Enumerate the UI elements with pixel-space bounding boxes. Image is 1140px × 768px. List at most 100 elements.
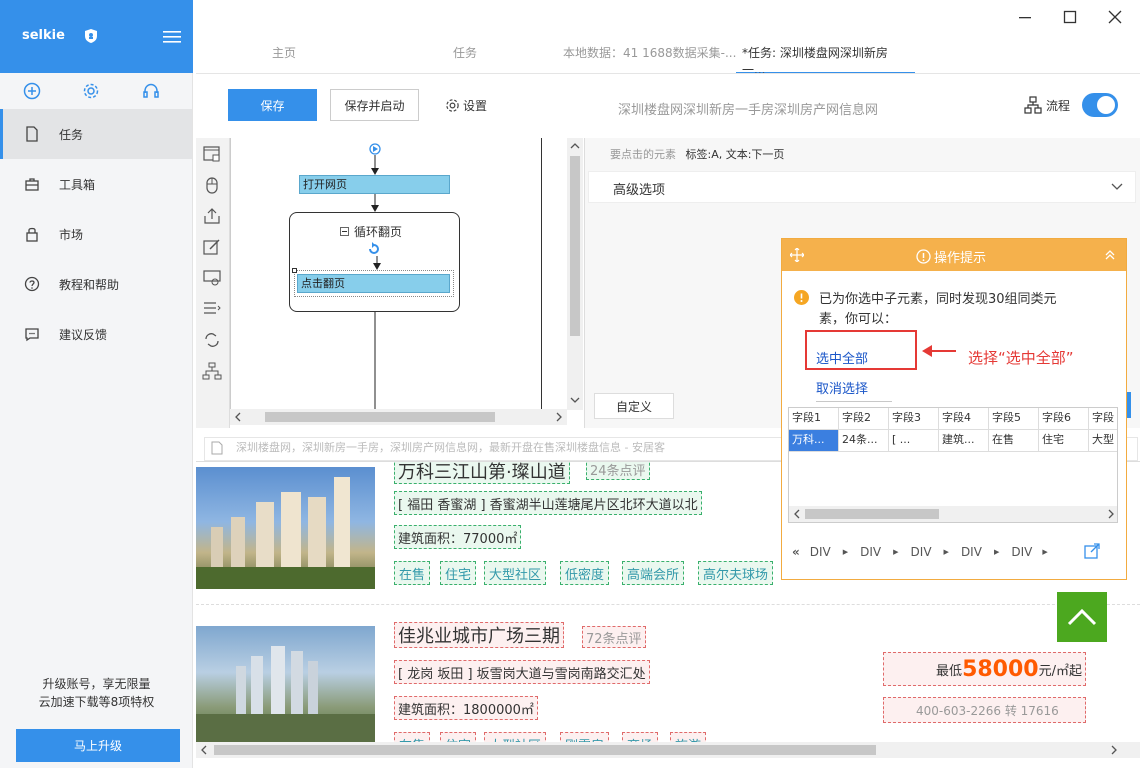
listing-address[interactable]: [ 龙岗 坂田 ] 坂雪岗大道与雪岗南路交汇处: [394, 660, 650, 684]
breadcrumb-item[interactable]: DIV: [860, 545, 881, 559]
tab-tasks[interactable]: 任务: [453, 44, 477, 74]
back-to-top-button[interactable]: [1057, 592, 1107, 642]
list-tool-icon[interactable]: [202, 299, 222, 319]
tab-local-data[interactable]: 本地数据：41 1688数据采集-...: [563, 44, 736, 74]
sidebar-item-tasks[interactable]: 任务: [0, 109, 192, 159]
workflow-step-open-page[interactable]: 打开网页: [299, 175, 450, 194]
sidebar-item-feedback[interactable]: 建议反馈: [0, 309, 192, 359]
table-cell[interactable]: 24条...: [839, 430, 889, 452]
listing-tag[interactable]: 住宅: [440, 732, 477, 742]
listing-phone[interactable]: 400-603-2266 转 17616: [883, 697, 1086, 723]
select-all-link[interactable]: 选中全部: [816, 348, 868, 367]
sidebar-item-market[interactable]: 市场: [0, 209, 192, 259]
shield-icon[interactable]: [84, 28, 98, 44]
table-cell[interactable]: 万科...: [789, 430, 839, 452]
close-icon[interactable]: [1108, 10, 1122, 24]
listing-reviews[interactable]: 24条点评: [586, 462, 650, 480]
operation-tip-panel: 操作提示 已为你选中子元素，同时发现30组同类元 素，你可以： 选中全部 取消选…: [781, 238, 1127, 580]
extract-tool-icon[interactable]: [202, 206, 222, 226]
open-page-tool-icon[interactable]: [202, 144, 222, 164]
table-cell[interactable]: [ ...: [889, 430, 939, 452]
listing-tag[interactable]: 住宅: [440, 561, 477, 585]
edit-tool-icon[interactable]: [202, 237, 222, 257]
collapse-up-icon[interactable]: [1104, 249, 1116, 261]
page-horizontal-scrollbar[interactable]: [196, 742, 1140, 758]
listing-price[interactable]: 最低 58000 元/㎡起: [883, 652, 1086, 686]
table-cell[interactable]: 大型: [1089, 430, 1117, 452]
breadcrumb-item[interactable]: DIV: [810, 545, 831, 559]
table-cell[interactable]: 住宅: [1039, 430, 1089, 452]
move-icon[interactable]: [790, 248, 804, 262]
tip-header[interactable]: 操作提示: [782, 239, 1126, 271]
listing-address[interactable]: [ 福田 香蜜湖 ] 香蜜湖半山莲塘尾片区北环大道以北: [394, 491, 702, 515]
input-tool-icon[interactable]: [202, 268, 222, 288]
listing-reviews[interactable]: 72条点评: [582, 626, 646, 648]
workflow-vertical-scrollbar[interactable]: [567, 138, 583, 410]
settings-button[interactable]: 设置: [445, 97, 487, 114]
headset-icon[interactable]: [142, 82, 160, 100]
breadcrumb-arrow-icon: ▶: [893, 548, 899, 556]
table-cell[interactable]: 建筑...: [939, 430, 989, 452]
save-and-run-button[interactable]: 保存并启动: [330, 89, 419, 121]
advanced-options-label: 高级选项: [613, 183, 666, 198]
add-icon[interactable]: [23, 82, 41, 100]
breadcrumb-item[interactable]: DIV: [911, 545, 932, 559]
selection-handle[interactable]: [292, 268, 297, 273]
scrollbar-thumb[interactable]: [265, 412, 495, 422]
advanced-options-row[interactable]: 高级选项: [588, 171, 1136, 203]
loop-tool-icon[interactable]: [202, 330, 222, 350]
listing-tag[interactable]: 低密度: [560, 561, 610, 585]
listing-title[interactable]: 佳兆业城市广场三期: [394, 622, 564, 648]
workflow-step-click-page[interactable]: 点击翻页: [297, 274, 450, 293]
tab-home[interactable]: 主页: [272, 44, 296, 74]
listing-tag[interactable]: 大型社区: [484, 732, 547, 742]
listing-tag[interactable]: 大型社区: [484, 561, 547, 585]
listing-image[interactable]: [196, 467, 375, 589]
listing-image[interactable]: [196, 626, 375, 742]
gear-icon[interactable]: [82, 82, 100, 100]
table-cell[interactable]: 在售: [989, 430, 1039, 452]
breadcrumb-item[interactable]: DIV: [961, 545, 982, 559]
listing-tag[interactable]: 高端会所: [622, 561, 685, 585]
workflow-loop-pagination[interactable]: 循环翻页: [289, 212, 460, 312]
listing-divider: [196, 604, 1140, 605]
preview-table[interactable]: 字段1 字段2 字段3 字段4 字段5 字段6 字段 万科... 24条... …: [788, 407, 1118, 523]
scrollbar-thumb[interactable]: [214, 745, 876, 755]
tab-current-task[interactable]: *任务: 深圳楼盘网深圳新房一...: [736, 44, 915, 77]
listing-area[interactable]: 建筑面积：1800000㎡: [394, 696, 538, 720]
breadcrumb-back-icon[interactable]: «: [792, 545, 800, 559]
listing-tag[interactable]: 旅游: [670, 732, 707, 742]
maximize-icon[interactable]: [1063, 10, 1077, 24]
open-external-icon[interactable]: [1084, 543, 1100, 559]
task-title: 深圳楼盘网深圳新房一手房深圳房产网信息网: [618, 103, 879, 118]
scrollbar-thumb[interactable]: [805, 509, 939, 519]
branch-tool-icon[interactable]: [202, 361, 222, 381]
listing-tag[interactable]: 商场: [622, 732, 659, 742]
workflow-horizontal-scrollbar[interactable]: [230, 409, 567, 425]
upgrade-button[interactable]: 马上升级: [16, 729, 180, 762]
custom-button[interactable]: 自定义: [594, 393, 674, 419]
tip-message: 已为你选中子元素，同时发现30组同类元 素，你可以：: [819, 290, 1057, 330]
scrollbar-thumb[interactable]: [570, 156, 580, 336]
element-breadcrumb: « DIV ▶ DIV ▶ DIV ▶ DIV ▶ DIV ▶: [792, 545, 1048, 559]
sidebar: selkie 任务 工具箱 市场 教程和帮助 建议反馈 升级账号，享无限量 云加…: [0, 0, 193, 768]
table-header: 字段1: [789, 408, 839, 430]
listing-tag[interactable]: 在售: [394, 561, 431, 585]
menu-icon[interactable]: [163, 30, 181, 44]
sidebar-item-toolbox[interactable]: 工具箱: [0, 159, 192, 209]
listing-title[interactable]: 万科三江山第·璨山道: [394, 462, 570, 484]
flow-toggle[interactable]: [1082, 93, 1118, 117]
sidebar-item-help[interactable]: 教程和帮助: [0, 259, 192, 309]
username[interactable]: selkie: [22, 28, 65, 43]
collapse-icon[interactable]: [340, 227, 349, 236]
listing-tag[interactable]: 高尔夫球场: [698, 561, 774, 585]
save-button[interactable]: 保存: [228, 89, 317, 121]
minimize-icon[interactable]: [1018, 10, 1032, 24]
listing-area[interactable]: 建筑面积：77000㎡: [394, 525, 522, 549]
listing-tag[interactable]: 在售: [394, 732, 431, 742]
table-horizontal-scrollbar[interactable]: [789, 506, 1117, 522]
listing-tag[interactable]: 刚需房: [560, 732, 610, 742]
mouse-tool-icon[interactable]: [202, 175, 222, 195]
breadcrumb-item[interactable]: DIV: [1011, 545, 1032, 559]
cancel-select-link[interactable]: 取消选择: [816, 378, 892, 402]
